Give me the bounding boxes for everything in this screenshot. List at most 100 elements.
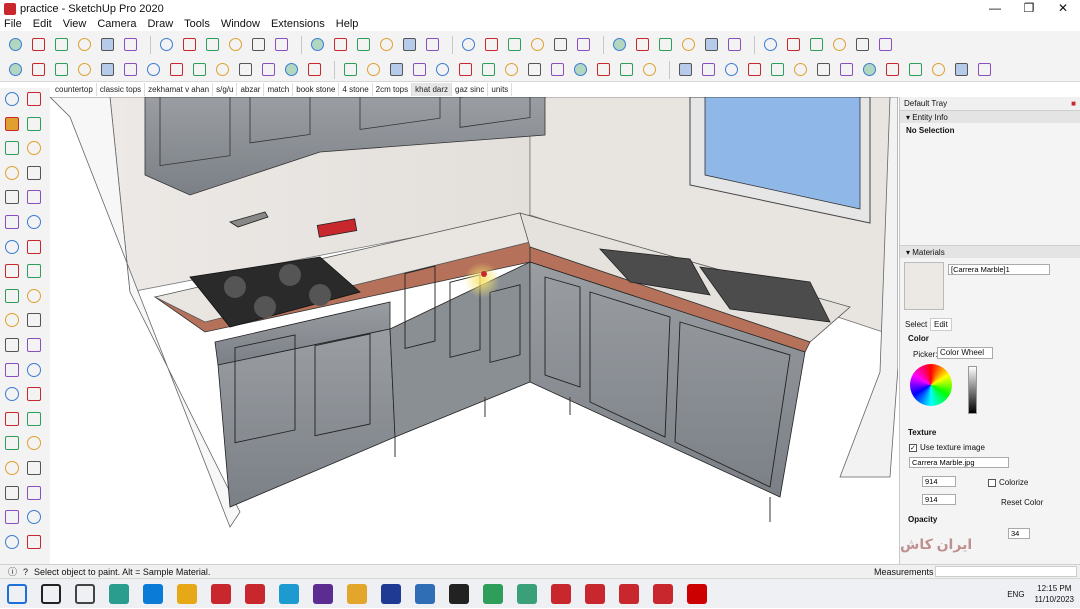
left-tool-icon[interactable] <box>5 510 22 527</box>
left-tool-icon[interactable] <box>27 534 44 552</box>
toolbar-tool-icon[interactable] <box>574 36 592 54</box>
brightness-slider[interactable] <box>968 366 977 414</box>
menu-draw[interactable]: Draw <box>147 18 173 30</box>
extension-tool-icon[interactable] <box>456 61 474 79</box>
taskbar-app-icon[interactable] <box>381 583 401 604</box>
left-tool-icon[interactable] <box>27 141 44 158</box>
use-texture-row[interactable]: ✓ Use texture image <box>909 443 985 452</box>
toolbar-tool-icon[interactable] <box>6 36 24 54</box>
toolbar-tool-icon[interactable] <box>702 36 720 54</box>
toolbar-tool-icon[interactable] <box>784 36 802 54</box>
toolbar-tool-icon[interactable] <box>75 36 93 54</box>
clock[interactable]: 12:15 PM 11/10/2023 <box>1035 583 1074 605</box>
taskbar-app-icon[interactable] <box>449 583 469 604</box>
extension-tool-icon[interactable] <box>282 61 300 79</box>
taskbar-app-icon[interactable] <box>483 583 503 604</box>
maximize-button[interactable]: ❐ <box>1012 0 1046 17</box>
menu-window[interactable]: Window <box>221 18 260 30</box>
material-swatch[interactable] <box>904 262 944 310</box>
taskbar-app-icon[interactable] <box>687 583 707 604</box>
scene-tab[interactable]: gaz sinc <box>452 83 489 96</box>
left-tool-icon[interactable] <box>27 510 44 527</box>
scene-tab-active[interactable]: khat darz <box>412 83 453 96</box>
toolbar-tool-icon[interactable] <box>807 36 825 54</box>
toolbar-tool-icon[interactable] <box>98 36 116 54</box>
extension-tool-icon[interactable] <box>433 61 451 79</box>
extension-tool-icon[interactable] <box>167 61 185 79</box>
left-tool-icon[interactable] <box>5 461 22 478</box>
scene-tab[interactable]: book stone <box>293 83 340 96</box>
toolbar-tool-icon[interactable] <box>761 36 779 54</box>
taskbar-app-icon[interactable] <box>313 583 333 604</box>
taskbar-app-icon[interactable] <box>177 583 197 604</box>
extension-tool-icon[interactable] <box>860 61 878 79</box>
left-tool-icon[interactable] <box>5 92 22 109</box>
model-viewport[interactable] <box>50 97 898 564</box>
scene-tab[interactable]: units <box>488 83 513 96</box>
toolbar-tool-icon[interactable] <box>157 36 175 54</box>
left-tool-icon[interactable] <box>5 264 22 281</box>
help-icon[interactable]: ? <box>23 567 28 577</box>
scene-tab[interactable]: match <box>264 83 294 96</box>
toolbar-tool-icon[interactable] <box>354 36 372 54</box>
toolbar-tool-icon[interactable] <box>725 36 743 54</box>
opacity-field[interactable] <box>1008 528 1030 539</box>
toolbar-tool-icon[interactable] <box>203 36 221 54</box>
left-tool-icon[interactable] <box>27 362 44 380</box>
toolbar-tool-icon[interactable] <box>423 36 441 54</box>
left-tool-icon[interactable] <box>27 436 44 453</box>
taskbar-app-icon[interactable] <box>551 583 571 604</box>
toolbar-tool-icon[interactable] <box>226 36 244 54</box>
language-indicator[interactable]: ENG <box>1007 590 1024 599</box>
toolbar-tool-icon[interactable] <box>52 36 70 54</box>
menu-view[interactable]: View <box>63 18 87 30</box>
toolbar-tool-icon[interactable] <box>656 36 674 54</box>
left-tool-icon[interactable] <box>5 411 22 429</box>
extension-tool-icon[interactable] <box>121 61 139 79</box>
colorize-checkbox[interactable] <box>988 478 996 487</box>
left-tool-icon[interactable] <box>27 215 44 232</box>
taskbar-app-icon[interactable] <box>279 583 299 604</box>
extension-tool-icon[interactable] <box>305 61 323 79</box>
left-tool-icon[interactable] <box>5 165 22 183</box>
close-button[interactable]: ✕ <box>1046 0 1080 17</box>
extension-tool-icon[interactable] <box>502 61 520 79</box>
extension-tool-icon[interactable] <box>745 61 763 79</box>
tab-edit[interactable]: Edit <box>930 318 952 331</box>
left-tool-icon[interactable] <box>5 141 22 158</box>
toolbar-tool-icon[interactable] <box>180 36 198 54</box>
extension-tool-icon[interactable] <box>814 61 832 79</box>
colorize-row[interactable]: Colorize <box>988 478 1028 487</box>
left-tool-icon[interactable] <box>27 461 44 478</box>
left-tool-icon[interactable] <box>27 92 44 109</box>
extension-tool-icon[interactable] <box>52 61 70 79</box>
toolbar-tool-icon[interactable] <box>331 36 349 54</box>
left-tool-icon[interactable] <box>5 116 22 134</box>
extension-tool-icon[interactable] <box>676 61 694 79</box>
extension-tool-icon[interactable] <box>190 61 208 79</box>
extension-tool-icon[interactable] <box>236 61 254 79</box>
left-tool-icon[interactable] <box>5 288 22 306</box>
toolbar-tool-icon[interactable] <box>29 36 47 54</box>
toolbar-tool-icon[interactable] <box>551 36 569 54</box>
left-tool-icon[interactable] <box>27 313 44 330</box>
extension-tool-icon[interactable] <box>722 61 740 79</box>
left-tool-icon[interactable] <box>27 239 44 257</box>
taskbar-app-icon[interactable] <box>109 583 129 604</box>
toolbar-tool-icon[interactable] <box>610 36 628 54</box>
left-tool-icon[interactable] <box>5 534 22 552</box>
scene-tab[interactable]: countertop <box>52 83 97 96</box>
texture-height-field[interactable] <box>922 494 956 505</box>
extension-tool-icon[interactable] <box>952 61 970 79</box>
extension-tool-icon[interactable] <box>144 61 162 79</box>
left-tool-icon[interactable] <box>27 165 44 183</box>
menu-extensions[interactable]: Extensions <box>271 18 325 30</box>
taskbar-app-icon[interactable] <box>517 583 537 604</box>
extension-tool-icon[interactable] <box>929 61 947 79</box>
toolbar-tool-icon[interactable] <box>377 36 395 54</box>
extension-tool-icon[interactable] <box>29 61 47 79</box>
scene-tab[interactable]: 2cm tops <box>373 83 413 96</box>
taskbar-app-icon[interactable] <box>7 583 27 604</box>
extension-tool-icon[interactable] <box>791 61 809 79</box>
toolbar-tool-icon[interactable] <box>876 36 894 54</box>
